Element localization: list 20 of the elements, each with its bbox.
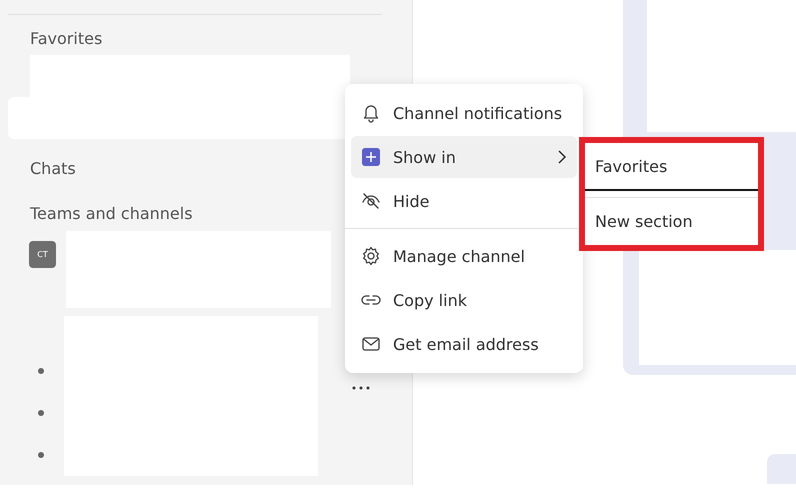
menu-item[interactable]: Manage channel [351, 235, 577, 277]
eye-off-icon [361, 191, 381, 211]
section-label: Favorites [29, 29, 104, 48]
submenu-item[interactable]: Favorites [585, 143, 758, 191]
bullet-icon [38, 368, 44, 374]
menu-item[interactable]: Show in [351, 136, 577, 178]
settings-icon [361, 246, 381, 266]
menu-item[interactable]: Channel notifications [351, 92, 577, 134]
menu-item[interactable]: Copy link [351, 279, 577, 321]
menu-item[interactable]: Hide [351, 180, 577, 222]
plus-icon [361, 147, 381, 167]
section-label: Chats [29, 159, 77, 178]
bullet-icon [38, 452, 44, 458]
team-avatar[interactable]: CT [29, 241, 56, 268]
menu-item[interactable]: Get email address [351, 323, 577, 365]
section-label: Teams and channels [29, 204, 194, 223]
submenu-item[interactable]: New section [585, 198, 758, 245]
bullet-icon [38, 410, 44, 416]
bell-icon [361, 103, 381, 123]
more-options-icon[interactable] [351, 386, 371, 390]
